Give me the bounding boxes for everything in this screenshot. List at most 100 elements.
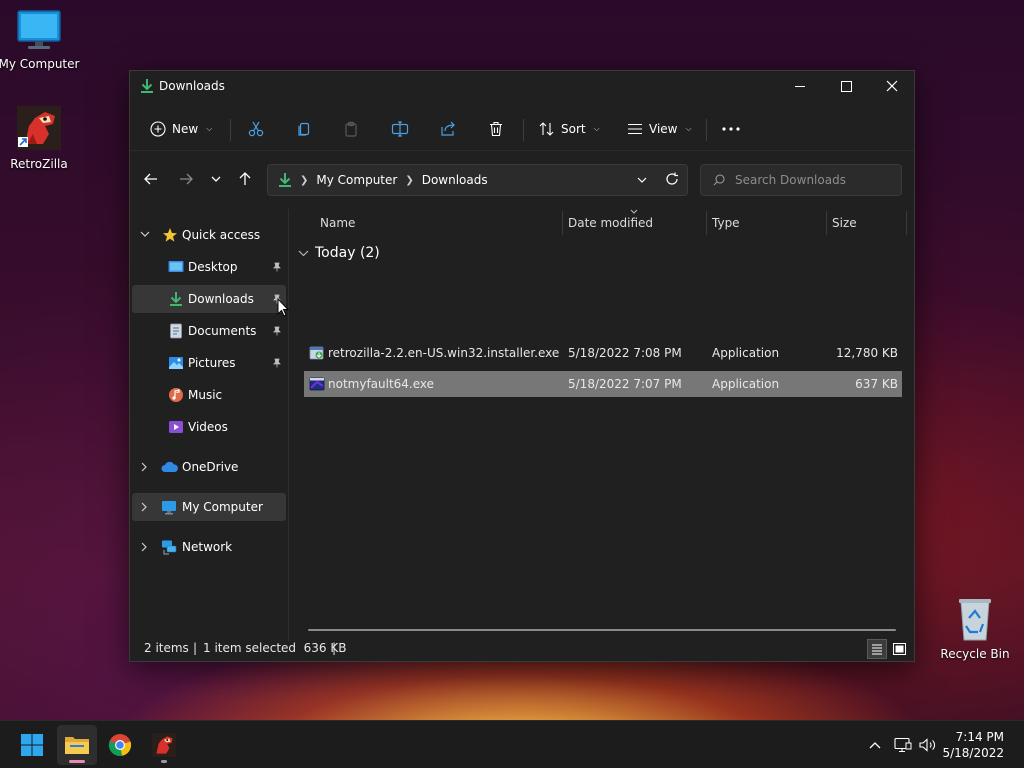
table-row[interactable]: notmyfault64.exe 5/18/2022 7:07 PM Appli… (304, 371, 902, 397)
new-label: New (172, 122, 199, 136)
up-button[interactable] (231, 165, 259, 193)
nav-item-label: Documents (188, 324, 257, 338)
taskbar-chrome[interactable] (100, 725, 140, 765)
copy-button[interactable] (289, 115, 319, 143)
column-divider[interactable] (906, 211, 907, 235)
desktop-icon-label: My Computer (0, 57, 80, 71)
column-header-type[interactable]: Type (712, 216, 740, 230)
paste-button[interactable] (336, 115, 366, 143)
network-monitor-icon (894, 737, 912, 753)
navigation-pane: Quick access Desktop Downloads Documents… (130, 209, 288, 641)
network-status-button[interactable] (892, 735, 914, 755)
chevron-right-icon[interactable] (140, 502, 148, 512)
pane-splitter[interactable] (288, 209, 289, 641)
chevron-down-icon: ⌵ (593, 124, 600, 133)
desktop-folder-icon (168, 261, 184, 272)
chevron-right-icon[interactable] (140, 542, 148, 552)
search-icon (713, 174, 725, 186)
more-options-button[interactable] (716, 115, 746, 143)
command-bar: New ⌵ Sort ⌵ View ⌵ (130, 107, 914, 151)
nav-quick-access[interactable]: Quick access (132, 221, 286, 249)
desktop-icon-recycle-bin[interactable]: Recycle Bin (933, 596, 1017, 661)
title-bar[interactable]: Downloads (130, 71, 914, 103)
search-input[interactable] (735, 173, 885, 187)
column-divider[interactable] (562, 211, 563, 235)
file-name: notmyfault64.exe (328, 377, 435, 391)
sort-label: Sort (561, 122, 586, 136)
nav-item-music[interactable]: Music (132, 381, 286, 409)
tiles-view-button[interactable] (889, 639, 909, 659)
close-button[interactable] (869, 71, 915, 101)
minimize-button[interactable] (777, 71, 823, 101)
nav-item-label: Desktop (188, 260, 238, 274)
list-view-icon (628, 123, 642, 135)
address-bar[interactable]: ❯ My Computer ❯ Downloads (267, 164, 688, 196)
view-button[interactable]: View ⌵ (627, 115, 692, 143)
show-hidden-icons-button[interactable] (864, 735, 886, 755)
horizontal-scrollbar[interactable] (308, 629, 896, 631)
forward-button[interactable] (172, 165, 200, 193)
speaker-icon (919, 738, 935, 752)
details-view-button[interactable] (867, 639, 887, 659)
cloud-icon (161, 461, 178, 472)
nav-onedrive[interactable]: OneDrive (132, 453, 286, 481)
download-arrow-icon (279, 173, 291, 187)
nav-item-downloads[interactable]: Downloads (132, 285, 286, 313)
star-icon (163, 228, 177, 242)
file-size: 12,780 KB (836, 346, 898, 360)
mouse-cursor-icon (277, 298, 289, 317)
column-header-date-modified[interactable]: Date modified (568, 216, 653, 230)
desktop-icon-my-computer[interactable]: My Computer (0, 8, 81, 71)
maximize-button[interactable] (823, 71, 869, 101)
start-button[interactable] (12, 725, 52, 765)
column-divider[interactable] (706, 211, 707, 235)
nav-quick-access-label: Quick access (182, 228, 261, 242)
chevron-down-icon[interactable] (140, 230, 150, 238)
taskbar-file-explorer[interactable] (57, 725, 97, 765)
sort-button[interactable]: Sort ⌵ (539, 115, 600, 143)
chevron-up-icon (869, 742, 881, 749)
taskbar-retrozilla[interactable] (144, 725, 184, 765)
refresh-icon[interactable] (665, 172, 679, 186)
breadcrumb-downloads[interactable]: Downloads (422, 173, 488, 187)
monitor-icon (162, 501, 176, 515)
document-icon (170, 323, 182, 339)
nav-item-desktop[interactable]: Desktop (132, 253, 286, 281)
file-date: 5/18/2022 7:08 PM (568, 346, 682, 360)
arrow-left-icon (144, 173, 157, 185)
group-header-today[interactable]: Today (2) (298, 245, 380, 261)
nav-item-documents[interactable]: Documents (132, 317, 286, 345)
share-button[interactable] (433, 115, 463, 143)
chevron-right-icon[interactable] (140, 462, 148, 472)
nav-item-label: Music (188, 388, 223, 402)
desktop-icon-retrozilla[interactable]: RetroZilla (0, 104, 81, 171)
cut-button[interactable] (241, 115, 271, 143)
clipboard-icon (345, 121, 357, 137)
file-size: 637 KB (855, 377, 898, 391)
download-arrow-icon (170, 292, 182, 306)
search-box[interactable] (700, 164, 902, 196)
chevron-down-icon[interactable] (637, 173, 647, 187)
delete-button[interactable] (481, 115, 511, 143)
toolbar-separator (230, 119, 231, 141)
column-header-size[interactable]: Size (832, 216, 857, 230)
volume-button[interactable] (917, 735, 939, 755)
nav-item-videos[interactable]: Videos (132, 413, 286, 441)
new-button[interactable]: New ⌵ (150, 115, 212, 143)
breadcrumb-my-computer[interactable]: My Computer (316, 173, 397, 187)
ellipsis-icon (722, 127, 740, 131)
status-divider: | (332, 641, 337, 655)
chevron-down-icon (298, 250, 309, 256)
taskbar-clock[interactable]: 7:14 PM 5/18/2022 (942, 729, 1004, 761)
nav-network[interactable]: Network (132, 533, 286, 561)
column-divider[interactable] (826, 211, 827, 235)
back-button[interactable] (137, 165, 165, 193)
nav-item-pictures[interactable]: Pictures (132, 349, 286, 377)
table-row[interactable]: retrozilla-2.2.en-US.win32.installer.exe… (304, 340, 902, 366)
status-divider: | (193, 641, 198, 655)
column-header-name[interactable]: Name (320, 216, 355, 230)
file-type: Application (712, 377, 780, 391)
rename-button[interactable] (385, 115, 415, 143)
nav-my-computer[interactable]: My Computer (132, 493, 286, 521)
recent-locations-button[interactable] (202, 165, 230, 193)
